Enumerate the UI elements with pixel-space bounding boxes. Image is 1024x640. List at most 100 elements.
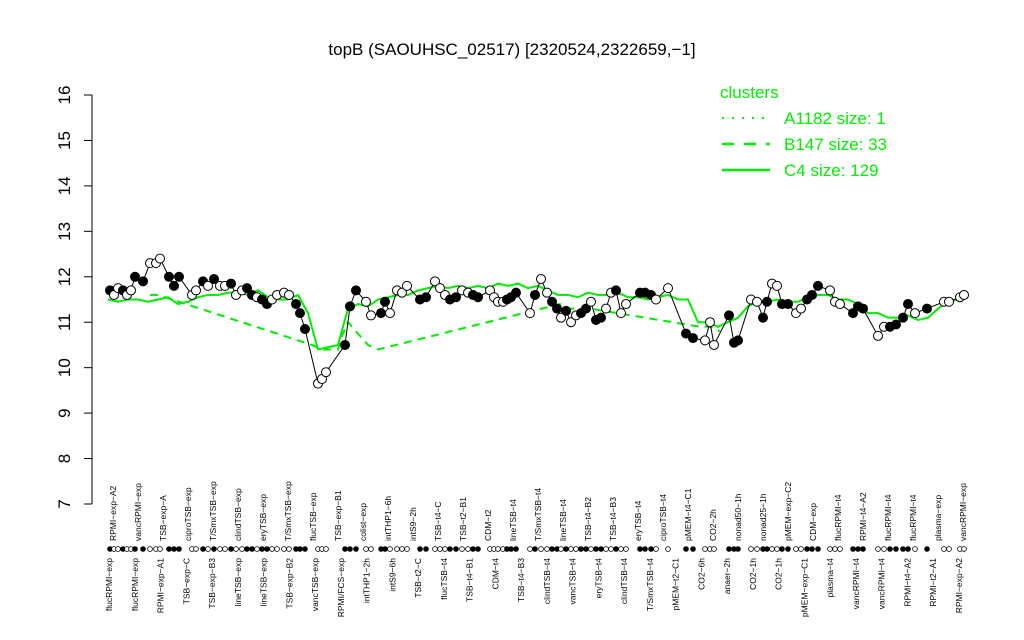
rug-marker: [748, 546, 754, 552]
x-label-bottom: clindTSB−t4: [619, 558, 629, 604]
data-point: [944, 296, 954, 307]
x-label-top: lineTSB−t4: [508, 499, 518, 541]
data-point: [813, 280, 823, 291]
data-point: [772, 280, 782, 291]
rug-marker: [140, 546, 146, 552]
x-label-bottom: CO2−1h: [774, 558, 784, 590]
rug-marker: [508, 546, 514, 552]
data-point: [511, 287, 521, 298]
rug-marker: [827, 546, 833, 552]
data-point: [421, 292, 431, 303]
rug-marker: [347, 546, 353, 552]
rug-marker: [665, 546, 671, 552]
data-point: [663, 283, 673, 294]
rug-marker: [642, 546, 648, 552]
legend-entry-c4: C4 size: 129: [784, 161, 879, 180]
x-label-bottom: RPMI/FCS−exp: [336, 558, 346, 618]
rug-marker: [281, 546, 287, 552]
rug-marker: [176, 546, 182, 552]
rug-marker: [205, 546, 211, 552]
rug-marker: [881, 546, 887, 552]
data-point: [752, 296, 762, 307]
x-label-top: T/SmxTSB−exp: [283, 481, 293, 541]
data-point: [807, 289, 817, 300]
rug-marker: [495, 546, 501, 552]
rug-marker: [527, 546, 533, 552]
rug-marker: [211, 546, 217, 552]
x-label-bottom: CO2−6h: [696, 558, 706, 590]
data-point: [525, 308, 535, 319]
data-point: [164, 271, 174, 282]
x-labels-top: RPMI−exp−A2 vancRPMI−exp TSB−exp−A ciproTSB…: [108, 481, 968, 541]
x-label-bottom: pMEM−exp−C1: [799, 558, 809, 617]
data-point: [536, 274, 546, 285]
data-point: [700, 335, 710, 346]
data-point: [922, 303, 932, 314]
rug-marker: [588, 546, 594, 552]
rug-marker: [171, 546, 177, 552]
data-point: [709, 339, 719, 350]
data-point: [174, 271, 184, 282]
rug-marker: [532, 546, 538, 552]
y-tick-label: 16: [55, 86, 74, 105]
rug-marker: [399, 546, 405, 552]
x-label-top: nonad25−1h: [758, 493, 768, 541]
data-point: [825, 285, 835, 296]
x-label-top: RPMI−exp−A2: [108, 485, 118, 541]
data-point: [705, 317, 715, 328]
x-label-top: nonad50−1h: [733, 493, 743, 541]
x-label-top: eryTSB−t4: [633, 500, 643, 541]
x-label-top: flucRPMI−t4: [833, 494, 843, 541]
rug-marker: [166, 546, 172, 552]
data-point: [530, 289, 540, 300]
y-tick-label: 11: [55, 313, 74, 331]
rug-marker: [200, 546, 206, 552]
y-tick-label: 7: [55, 499, 74, 508]
rug-marker: [900, 546, 906, 552]
x-labels-bottom: flucRPMI−exp flucRPMI−exp RPMI−exp−A1 TSB−e…: [104, 558, 964, 618]
rug-marker: [323, 546, 329, 552]
data-point: [758, 312, 768, 323]
rug-marker: [774, 546, 780, 552]
rug-marker: [442, 546, 448, 552]
data-point: [552, 303, 562, 314]
x-label-top: T/SmxTSB−exp: [208, 481, 218, 541]
rug-marker: [222, 546, 228, 552]
rug-marker: [623, 546, 629, 552]
rug-marker: [239, 546, 245, 552]
rug-marker: [382, 546, 388, 552]
x-label-top: lineTSB−t4: [558, 499, 568, 541]
rug-marker: [437, 546, 443, 552]
x-label-top: vancRPMI−exp: [958, 483, 968, 541]
x-label-bottom: intTHP1−2h: [362, 558, 372, 603]
data-point: [138, 276, 148, 287]
data-point: [351, 285, 361, 296]
data-point: [385, 308, 395, 319]
rug-marker: [809, 546, 815, 552]
rug-marker: [648, 546, 654, 552]
rug-marker: [754, 546, 760, 552]
rug-marker: [798, 546, 804, 552]
data-point: [733, 335, 743, 346]
x-label-bottom: vancRPMI−t4: [851, 558, 861, 610]
x-label-bottom: RPMI−t4−A2: [902, 558, 912, 607]
rug-marker: [147, 546, 153, 552]
x-label-bottom: vancTSB−t4: [568, 558, 578, 605]
rug-marker: [249, 546, 255, 552]
legend-entry-b147: B147 size: 33: [784, 135, 887, 154]
rug-marker: [459, 546, 465, 552]
rug-marker: [447, 546, 453, 552]
data-point: [226, 278, 236, 289]
x-label-top: TSB−t2−B1: [458, 497, 468, 541]
x-label-top: TSB−t4−C: [433, 501, 443, 541]
x-label-bottom: lineTSB−exp: [259, 558, 269, 607]
rug-marker: [893, 546, 899, 552]
rug-marker: [475, 546, 481, 552]
x-label-top: clindTSB−exp: [233, 488, 243, 541]
data-point: [473, 292, 483, 303]
rug-marker: [832, 546, 838, 552]
x-label-top: pMEM−exp−C2: [783, 482, 793, 541]
rug-marker: [423, 546, 429, 552]
rug-marker: [603, 546, 609, 552]
x-label-top: TSB−t4−B3: [608, 497, 618, 541]
